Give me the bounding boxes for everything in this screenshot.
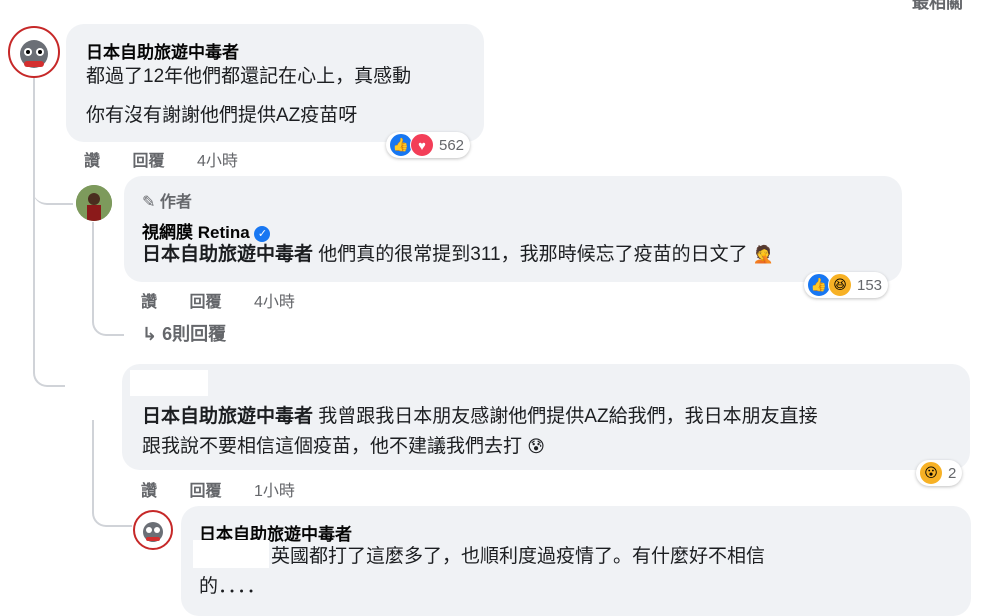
thread-line-more (92, 222, 124, 336)
reply-action[interactable]: 回覆 (189, 294, 221, 311)
timestamp[interactable]: 4小時 (197, 153, 238, 170)
like-action[interactable]: 讚 (141, 294, 157, 311)
like-action[interactable]: 讚 (141, 483, 157, 500)
reply-text-line2: 跟我說不要相信這個疫苗，他不建議我們去打 😰 (142, 436, 546, 457)
facepalm-emoji-icon: 🤦 (752, 245, 775, 264)
love-icon: ♥ (410, 133, 434, 157)
timestamp[interactable]: 1小時 (254, 483, 295, 500)
thread-line-reply1 (33, 185, 73, 205)
timestamp[interactable]: 4小時 (254, 294, 295, 311)
mention[interactable]: 日本自助旅遊中毒者 (142, 406, 313, 427)
comment-author[interactable]: 日本自助旅遊中毒者 (86, 38, 239, 63)
reply-bubble-3: 日本自助旅遊中毒者 英國都打了這麼多了，也順利度過疫情了。有什麼好不相信 的．．… (181, 506, 971, 616)
mention[interactable]: 日本自助旅遊中毒者 (142, 244, 313, 265)
comment-actions-1: 讚 回覆 4小時 (84, 147, 266, 171)
reaction-summary-2[interactable]: 👍 😆 153 (804, 272, 889, 298)
reaction-count: 153 (857, 276, 883, 294)
reply-arrow-icon: ↳ (142, 324, 158, 344)
comment-text-line2: 你有沒有謝謝他們提供AZ疫苗呀 (86, 105, 358, 126)
reply-actions-1: 讚 回覆 4小時 (141, 288, 323, 312)
comment-bubble-1: 日本自助旅遊中毒者 都過了12年他們都還記在心上，真感動 你有沒有謝謝他們提供A… (66, 24, 484, 142)
avatar-retina[interactable] (76, 185, 112, 221)
avatar-mascot[interactable] (133, 510, 173, 550)
wow-icon: 😮 (919, 461, 943, 485)
comment-text-line1: 都過了12年他們都還記在心上，真感動 (86, 66, 412, 87)
reply-text-line1: 日本自助旅遊中毒者 我曾跟我日本朋友感謝他們提供AZ給我們，我日本朋友直接 (142, 406, 818, 427)
reply-action[interactable]: 回覆 (189, 483, 221, 500)
avatar-mascot[interactable] (8, 26, 60, 78)
haha-icon: 😆 (828, 273, 852, 297)
author-badge: ✎ 作者 (142, 194, 192, 211)
reaction-count: 562 (439, 136, 465, 154)
reply-text-line1: 英國都打了這麼多了，也順利度過疫情了。有什麼好不相信 (271, 546, 766, 567)
redacted-mention (193, 540, 269, 568)
reply-bubble-2: 日本自助旅遊中毒者 我曾跟我日本朋友感謝他們提供AZ給我們，我日本朋友直接 跟我… (122, 364, 970, 470)
reaction-summary-3[interactable]: 😮 2 (916, 460, 963, 486)
reply-actions-2: 讚 回覆 1小時 (141, 477, 323, 501)
reply-action[interactable]: 回覆 (132, 153, 164, 170)
pencil-icon: ✎ (142, 194, 156, 211)
sort-label[interactable]: 最相關 (912, 0, 963, 13)
reply-text-line2: 的．．．． (199, 576, 266, 597)
like-action[interactable]: 讚 (84, 153, 100, 170)
thread-line-main (33, 75, 65, 387)
view-more-replies[interactable]: ↳ 6則回覆 (142, 320, 226, 346)
redacted-author (130, 370, 208, 396)
anxious-emoji-icon: 😰 (527, 437, 546, 456)
reply-text: 日本自助旅遊中毒者 他們真的很常提到311，我那時候忘了疫苗的日文了 🤦 (142, 244, 775, 265)
reply-bubble-1: ✎ 作者 視網膜 Retina ✓ 日本自助旅遊中毒者 他們真的很常提到311，… (124, 176, 902, 282)
reaction-count: 2 (948, 464, 957, 482)
reaction-summary-1[interactable]: 👍 ♥ 562 (386, 132, 471, 158)
